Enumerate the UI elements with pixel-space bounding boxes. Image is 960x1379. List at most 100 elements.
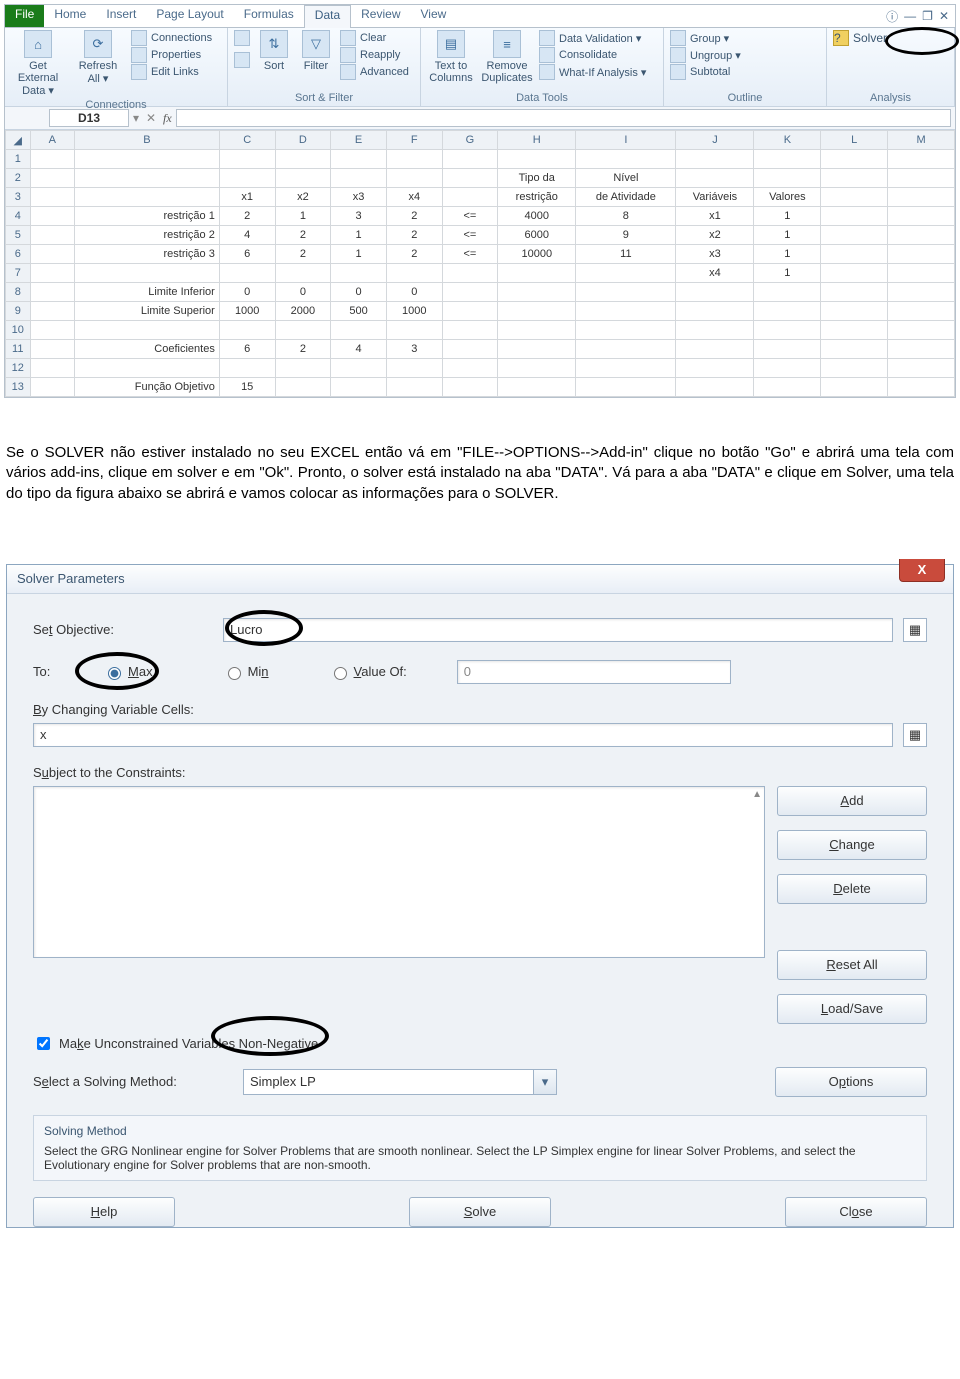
cell-B1[interactable] <box>75 150 220 169</box>
get-external-data-button[interactable]: ⌂ Get External Data ▾ <box>11 30 65 97</box>
col-header-L[interactable]: L <box>821 131 888 150</box>
spreadsheet-grid[interactable]: ◢ABCDEFGHIJKLM12Tipo daNível3x1x2x3x4res… <box>5 130 955 397</box>
cell-B11[interactable]: Coeficientes <box>75 340 220 359</box>
cell-L13[interactable] <box>821 378 888 397</box>
tab-formulas[interactable]: Formulas <box>234 5 304 27</box>
cell-L3[interactable] <box>821 188 888 207</box>
cell-A7[interactable] <box>30 264 75 283</box>
cell-L5[interactable] <box>821 226 888 245</box>
cell-H9[interactable] <box>498 302 576 321</box>
cell-M5[interactable] <box>888 226 955 245</box>
cell-A5[interactable] <box>30 226 75 245</box>
bycells-input[interactable]: x <box>33 723 893 747</box>
cell-L12[interactable] <box>821 359 888 378</box>
cell-A12[interactable] <box>30 359 75 378</box>
dropdown-icon[interactable]: ▾ <box>133 111 139 125</box>
cell-G8[interactable] <box>442 283 498 302</box>
cell-E10[interactable] <box>331 321 387 340</box>
cell-K6[interactable]: 1 <box>754 245 821 264</box>
cell-E5[interactable]: 1 <box>331 226 387 245</box>
cell-F13[interactable] <box>386 378 442 397</box>
cell-I6[interactable]: 11 <box>576 245 676 264</box>
cell-C4[interactable]: 2 <box>219 207 275 226</box>
col-header-J[interactable]: J <box>676 131 754 150</box>
cell-A11[interactable] <box>30 340 75 359</box>
cell-H7[interactable] <box>498 264 576 283</box>
cell-J2[interactable] <box>676 169 754 188</box>
cell-G4[interactable]: <= <box>442 207 498 226</box>
cell-L11[interactable] <box>821 340 888 359</box>
col-header-E[interactable]: E <box>331 131 387 150</box>
filter-button[interactable]: ▽ Filter <box>298 30 334 72</box>
whatif-button[interactable]: What-If Analysis ▾ <box>539 64 646 80</box>
cell-G5[interactable]: <= <box>442 226 498 245</box>
cell-D7[interactable] <box>275 264 331 283</box>
tab-home[interactable]: Home <box>44 5 96 27</box>
cell-B10[interactable] <box>75 321 220 340</box>
cell-A6[interactable] <box>30 245 75 264</box>
data-validation-button[interactable]: Data Validation ▾ <box>539 30 646 46</box>
row-header-3[interactable]: 3 <box>6 188 31 207</box>
col-header-A[interactable]: A <box>30 131 75 150</box>
cell-D3[interactable]: x2 <box>275 188 331 207</box>
cell-M4[interactable] <box>888 207 955 226</box>
col-header-B[interactable]: B <box>75 131 220 150</box>
cell-G2[interactable] <box>442 169 498 188</box>
cell-I8[interactable] <box>576 283 676 302</box>
cell-K5[interactable]: 1 <box>754 226 821 245</box>
cell-C1[interactable] <box>219 150 275 169</box>
cell-E12[interactable] <box>331 359 387 378</box>
cell-G9[interactable] <box>442 302 498 321</box>
cell-I10[interactable] <box>576 321 676 340</box>
cell-H1[interactable] <box>498 150 576 169</box>
cell-B2[interactable] <box>75 169 220 188</box>
cell-K13[interactable] <box>754 378 821 397</box>
sort-desc-button[interactable] <box>234 52 250 68</box>
cell-L4[interactable] <box>821 207 888 226</box>
name-box[interactable]: D13 <box>49 109 129 127</box>
cell-L10[interactable] <box>821 321 888 340</box>
text-to-columns-button[interactable]: ▤ Text to Columns <box>427 30 475 84</box>
radio-min[interactable]: Min <box>223 664 269 680</box>
cell-K9[interactable] <box>754 302 821 321</box>
add-button[interactable]: Add <box>777 786 927 816</box>
row-header-9[interactable]: 9 <box>6 302 31 321</box>
cell-M9[interactable] <box>888 302 955 321</box>
cell-M1[interactable] <box>888 150 955 169</box>
cell-B4[interactable]: restrição 1 <box>75 207 220 226</box>
cell-C6[interactable]: 6 <box>219 245 275 264</box>
tab-data[interactable]: Data <box>304 5 351 28</box>
cell-I1[interactable] <box>576 150 676 169</box>
cell-E3[interactable]: x3 <box>331 188 387 207</box>
col-header-M[interactable]: M <box>888 131 955 150</box>
cell-D9[interactable]: 2000 <box>275 302 331 321</box>
cell-G13[interactable] <box>442 378 498 397</box>
range-picker-icon[interactable]: ▦ <box>903 618 927 642</box>
col-header-K[interactable]: K <box>754 131 821 150</box>
cell-B5[interactable]: restrição 2 <box>75 226 220 245</box>
cell-H8[interactable] <box>498 283 576 302</box>
cell-G6[interactable]: <= <box>442 245 498 264</box>
cell-C7[interactable] <box>219 264 275 283</box>
tab-review[interactable]: Review <box>351 5 410 27</box>
cell-I11[interactable] <box>576 340 676 359</box>
cell-F7[interactable] <box>386 264 442 283</box>
reset-all-button[interactable]: Reset All <box>777 950 927 980</box>
cell-J1[interactable] <box>676 150 754 169</box>
radio-valueof[interactable]: Value Of: <box>329 664 407 680</box>
cell-G3[interactable] <box>442 188 498 207</box>
reapply-button[interactable]: Reapply <box>340 47 409 63</box>
cell-E2[interactable] <box>331 169 387 188</box>
cell-K11[interactable] <box>754 340 821 359</box>
cell-D2[interactable] <box>275 169 331 188</box>
edit-links-button[interactable]: Edit Links <box>131 64 212 80</box>
options-button[interactable]: Options <box>775 1067 927 1097</box>
group-button[interactable]: Group ▾ <box>670 30 741 46</box>
cell-D4[interactable]: 1 <box>275 207 331 226</box>
cell-F12[interactable] <box>386 359 442 378</box>
load-save-button[interactable]: Load/Save <box>777 994 927 1024</box>
delete-button[interactable]: Delete <box>777 874 927 904</box>
cell-C8[interactable]: 0 <box>219 283 275 302</box>
connections-button[interactable]: Connections <box>131 30 212 46</box>
tab-page-layout[interactable]: Page Layout <box>146 5 233 27</box>
